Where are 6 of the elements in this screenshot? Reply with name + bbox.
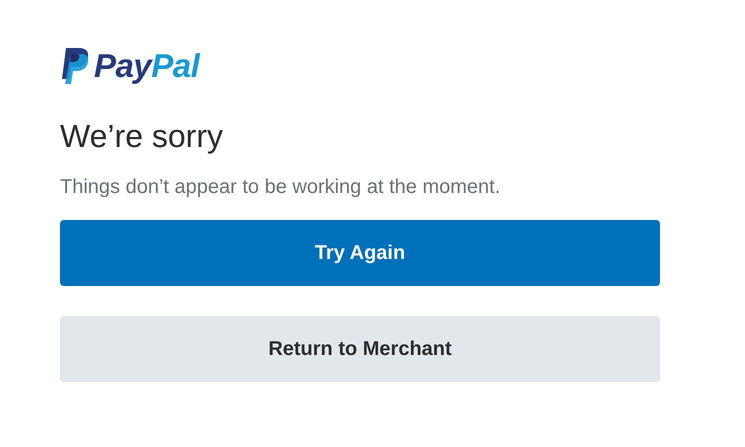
logo-icon [60,48,90,84]
logo-wordmark: PayPal [94,47,200,85]
return-button[interactable]: Return to Merchant [60,316,660,382]
page-title: We’re sorry [60,117,224,156]
try-again-button[interactable]: Try Again [60,220,660,286]
error-message: Things don’t appear to be working at the moment. [60,175,502,200]
